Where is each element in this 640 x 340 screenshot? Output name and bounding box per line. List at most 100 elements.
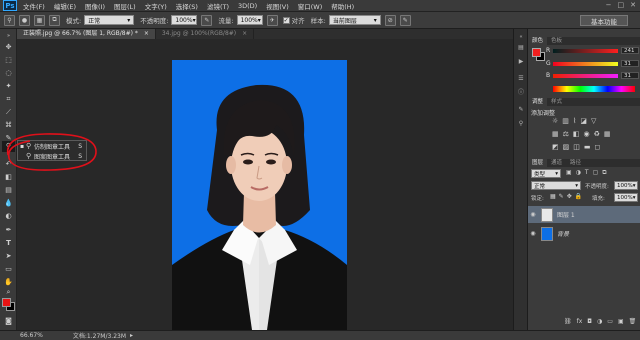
flyout-item-pattern-stamp[interactable]: ⚲ 图案图章工具 S: [18, 151, 86, 161]
red-slider[interactable]: [553, 49, 618, 53]
menu-image[interactable]: 图像(I): [85, 1, 105, 11]
levels-icon[interactable]: ▥: [562, 117, 569, 125]
gradient-tool-icon[interactable]: ▤: [2, 185, 15, 196]
dodge-tool-icon[interactable]: ◐: [2, 211, 15, 222]
brush-panel-icon[interactable]: ✎: [516, 105, 526, 115]
tab-styles[interactable]: 样式: [547, 98, 566, 106]
aligned-checkbox[interactable]: ✓: [282, 16, 290, 24]
crop-tool-icon[interactable]: ⌗: [2, 94, 15, 105]
tab-layers[interactable]: 图层: [528, 159, 548, 167]
adjustment-filter-icon[interactable]: ◑: [576, 169, 581, 177]
delete-layer-icon[interactable]: 🗑: [629, 318, 637, 325]
eye-icon[interactable]: ◉: [528, 230, 538, 237]
blend-mode-select[interactable]: 正常 ▾: [531, 181, 581, 190]
blur-tool-icon[interactable]: 💧: [2, 198, 15, 209]
tab-adjustments[interactable]: 调整: [528, 98, 548, 106]
green-value[interactable]: 31: [621, 60, 639, 67]
quick-mask-icon[interactable]: ◙: [2, 316, 15, 327]
mode-select[interactable]: 正常 ▾: [84, 15, 135, 25]
flow-field[interactable]: 100% ▾: [236, 15, 263, 25]
menu-3d[interactable]: 3D(D): [238, 2, 257, 10]
selective-color-icon[interactable]: ◻: [595, 143, 601, 151]
tab-paths[interactable]: 路径: [566, 159, 585, 167]
move-tool-icon[interactable]: ✥: [2, 42, 15, 53]
menu-type[interactable]: 文字(Y): [145, 1, 167, 11]
gradient-map-icon[interactable]: ▬: [584, 143, 591, 151]
layer-style-icon[interactable]: fx: [577, 318, 583, 325]
layer-mask-icon[interactable]: ◘: [587, 318, 592, 325]
new-group-icon[interactable]: ▭: [607, 318, 613, 325]
tab-close-icon[interactable]: ×: [144, 30, 149, 37]
new-adjustment-icon[interactable]: ◑: [597, 318, 602, 325]
layer-name[interactable]: 背景: [557, 229, 569, 238]
layer-row-background[interactable]: ◉ 背景: [528, 225, 640, 242]
eye-icon[interactable]: ◉: [528, 211, 538, 218]
quick-select-tool-icon[interactable]: ✦: [2, 81, 15, 92]
rectangle-tool-icon[interactable]: ▭: [2, 264, 15, 275]
pixel-filter-icon[interactable]: ▣: [566, 169, 572, 177]
type-filter-icon[interactable]: T: [585, 169, 589, 177]
color-lookup-icon[interactable]: ▦: [604, 130, 611, 138]
clone-source-panel-icon[interactable]: ⚲: [516, 119, 526, 129]
lasso-tool-icon[interactable]: ◌: [2, 68, 15, 79]
healing-brush-tool-icon[interactable]: ⌘: [2, 120, 15, 131]
new-layer-icon[interactable]: ▣: [618, 318, 624, 325]
opacity-field[interactable]: 100% ▾: [171, 15, 198, 25]
invert-icon[interactable]: ◩: [552, 143, 559, 151]
menu-window[interactable]: 窗口(W): [298, 1, 323, 11]
layer-opacity-field[interactable]: 100% ▾: [614, 181, 638, 190]
stamp-tool-preset-icon[interactable]: ⚲: [4, 14, 15, 26]
properties-panel-icon[interactable]: ☰: [516, 74, 526, 84]
workspace-select[interactable]: 基本功能: [580, 15, 628, 26]
ignore-adjustment-icon[interactable]: ⊘: [384, 14, 396, 26]
lock-position-icon[interactable]: ✥: [567, 193, 572, 200]
layer-filter-select[interactable]: 类型 ▾: [531, 169, 561, 178]
menu-layer[interactable]: 图层(L): [114, 1, 136, 11]
toolbox-collapse-icon[interactable]: »: [2, 31, 15, 42]
flyout-item-clone-stamp[interactable]: ▪ ⚲ 仿制图章工具 S: [18, 141, 86, 151]
menu-select[interactable]: 选择(S): [176, 1, 198, 11]
color-spectrum-bar[interactable]: [553, 86, 635, 92]
fill-field[interactable]: 100% ▾: [614, 193, 638, 202]
brightness-icon[interactable]: ☼: [552, 117, 558, 125]
menu-help[interactable]: 帮助(H): [331, 1, 354, 11]
tab-portrait-doc[interactable]: 正装照.jpg @ 66.7% (图层 1, RGB/8#) * ×: [17, 29, 156, 39]
shape-filter-icon[interactable]: ▢: [593, 169, 599, 177]
blue-slider[interactable]: [553, 74, 618, 78]
pressure-opacity-icon[interactable]: ✎: [201, 14, 213, 26]
path-selection-tool-icon[interactable]: ➤: [2, 251, 15, 262]
close-button[interactable]: ✕: [630, 1, 636, 9]
link-layers-icon[interactable]: ⛓: [564, 318, 572, 325]
clone-stamp-tool-icon[interactable]: ⚲: [2, 141, 15, 152]
toggle-clone-source-icon[interactable]: ⧉: [49, 14, 60, 26]
layer-row-layer1[interactable]: ◉ 图层 1: [528, 206, 640, 223]
canvas-area[interactable]: [17, 39, 513, 330]
tab-swatches[interactable]: 色板: [547, 37, 566, 45]
black-white-icon[interactable]: ◧: [573, 130, 580, 138]
curves-icon[interactable]: ⌇: [573, 117, 576, 125]
eyedropper-tool-icon[interactable]: ⟋: [2, 107, 15, 118]
exposure-icon[interactable]: ◪: [580, 117, 587, 125]
sample-select[interactable]: 当前图层 ▾: [328, 15, 381, 25]
green-slider[interactable]: [553, 62, 618, 66]
pen-tool-icon[interactable]: ✒: [2, 225, 15, 236]
minimize-button[interactable]: −: [606, 1, 612, 9]
color-fg-swatch[interactable]: [532, 48, 541, 57]
blue-value[interactable]: 31: [621, 72, 639, 79]
zoom-tool-icon[interactable]: ⌕: [2, 287, 15, 298]
dock-collapse-icon[interactable]: «: [516, 32, 526, 42]
vibrance-icon[interactable]: ▽: [591, 117, 596, 125]
tab-close-icon[interactable]: ×: [242, 30, 247, 37]
lock-all-icon[interactable]: 🔒: [575, 193, 582, 200]
brush-size-icon[interactable]: ●: [19, 14, 30, 26]
posterize-icon[interactable]: ▨: [563, 143, 570, 151]
tab-color[interactable]: 颜色: [528, 37, 548, 45]
menu-edit[interactable]: 编辑(E): [54, 1, 76, 11]
history-panel-icon[interactable]: ▤: [516, 43, 526, 53]
hue-saturation-icon[interactable]: ▦: [552, 130, 559, 138]
smart-object-filter-icon[interactable]: ⧉: [602, 169, 606, 177]
color-balance-icon[interactable]: ⚖: [563, 130, 569, 138]
lock-image-icon[interactable]: ✎: [559, 193, 564, 200]
photo-filter-icon[interactable]: ◉: [584, 130, 590, 138]
airbrush-icon[interactable]: ✈: [266, 14, 278, 26]
